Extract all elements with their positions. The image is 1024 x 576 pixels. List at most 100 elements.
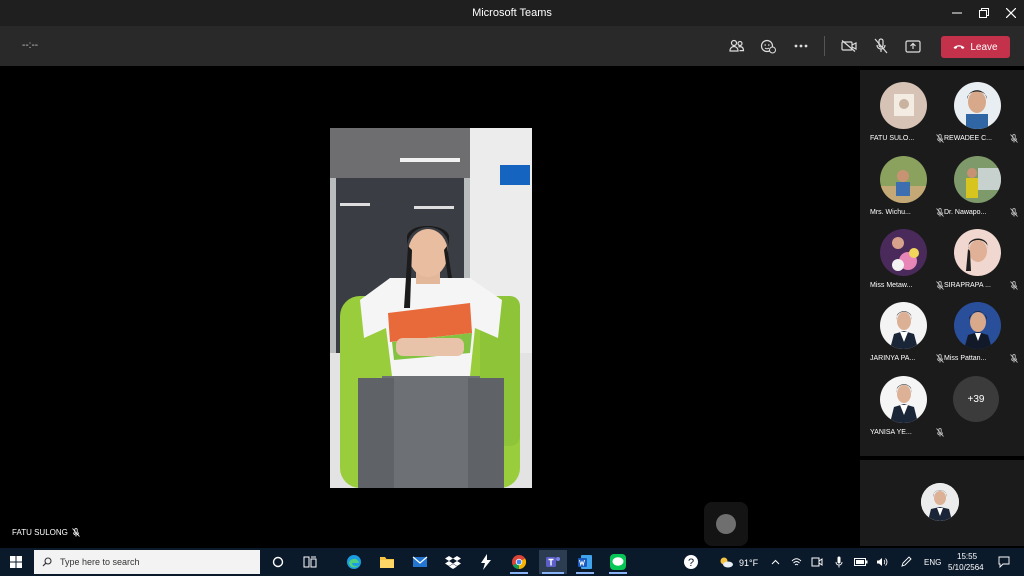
participant-name: Dr. Nawapo... [944,209,987,216]
tray-battery[interactable] [850,550,872,574]
taskbar-search[interactable]: Type here to search [34,550,260,574]
mail-icon [412,556,428,567]
meeting-toolbar: --:-- Leave [0,26,1024,66]
participant-tile[interactable]: FATU SULO... [870,82,944,154]
mic-off-icon [1010,354,1018,363]
cortana-button[interactable] [266,550,290,574]
participant-tile[interactable]: YANISA YE... [870,376,944,448]
avatar [880,302,927,349]
tray-teams-meeting[interactable] [806,550,828,574]
more-participants-button[interactable]: +39 [953,376,999,422]
taskbar-teams[interactable] [539,550,567,574]
tray-volume[interactable] [872,550,892,574]
more-icon [794,44,808,48]
avatar [880,229,927,276]
leave-button[interactable]: Leave [941,36,1010,58]
participant-name: JARINYA PA... [870,355,916,362]
self-video-tile[interactable] [860,460,1024,546]
chevron-up-icon [771,559,779,565]
network-icon [791,557,801,565]
avatar [880,156,927,203]
share-screen-button[interactable] [901,34,925,58]
taskbar-line[interactable] [606,550,630,574]
avatar [880,82,927,129]
speaker-name-label: FATU SULONG [12,528,80,537]
task-view-button[interactable] [298,550,322,574]
taskbar-mail[interactable] [408,550,432,574]
mic-off-icon [1010,208,1018,217]
participant-tile[interactable]: Miss Metaw... [870,229,944,301]
reaction-icon [760,39,776,54]
running-indicator [542,572,564,574]
folder-icon [380,557,394,568]
search-placeholder: Type here to search [60,557,140,567]
notifications-button[interactable] [994,550,1014,574]
microphone-button[interactable] [869,34,893,58]
avatar [880,376,927,423]
search-icon [42,557,52,567]
taskbar-word[interactable] [573,550,597,574]
help-button[interactable]: ? [679,550,703,574]
taskbar-chrome[interactable] [507,550,531,574]
self-view-indicator[interactable] [704,502,748,546]
reactions-button[interactable] [756,34,780,58]
weather-sun-cloud-icon [720,557,733,568]
minimize-icon [952,12,962,14]
participant-tile[interactable]: Mrs. Wichu... [870,156,944,228]
participant-tile[interactable]: SIRAPRAPA ... [944,229,1018,301]
dropbox-icon [445,556,461,569]
mic-off-icon [1010,281,1018,290]
participants-button[interactable] [725,34,749,58]
title-bar: Microsoft Teams [0,0,1024,26]
running-indicator [510,572,528,574]
help-icon: ? [684,555,698,569]
start-button[interactable] [4,550,28,574]
restore-button[interactable] [971,0,997,26]
share-icon [905,39,921,53]
speaker-video[interactable] [330,128,532,488]
taskbar-app-bolt[interactable] [474,550,498,574]
window-title: Microsoft Teams [472,7,552,19]
clock-time: 15:55 [957,552,978,561]
participant-name: Miss Metaw... [870,282,913,289]
speaker-name: FATU SULONG [12,528,68,537]
hangup-icon [953,45,965,49]
tray-network-status[interactable] [786,550,806,574]
tray-microphone[interactable] [828,550,850,574]
minimize-button[interactable] [944,0,970,26]
windows-taskbar: Type here to search ? 91°F ENG 15:55 5/1… [0,548,1024,576]
camera-button[interactable] [837,34,861,58]
teams-icon [546,557,560,567]
clock-date: 5/10/2564 [948,563,984,572]
weather-temperature: 91°F [739,558,759,568]
mic-off-icon [1010,134,1018,143]
leave-label: Leave [970,41,998,53]
participant-tile[interactable]: JARINYA PA... [870,302,944,374]
taskbar-dropbox[interactable] [441,550,465,574]
mic-off-icon [874,38,888,54]
close-button[interactable] [998,0,1024,26]
participant-tile[interactable]: Miss Pattan... [944,302,1018,374]
language-indicator[interactable]: ENG [924,558,941,567]
taskbar-edge[interactable] [342,550,366,574]
battery-icon [854,558,868,566]
mic-icon [835,556,843,568]
weather-widget[interactable] [714,550,738,574]
tray-pen[interactable] [896,550,916,574]
show-hidden-icons-button[interactable] [766,550,784,574]
more-actions-button[interactable] [789,34,813,58]
avatar [954,156,1001,203]
participant-tile[interactable]: REWADEE C... [944,82,1018,154]
self-avatar [921,483,959,521]
participant-tile[interactable]: Dr. Nawapo... [944,156,1018,228]
clock[interactable]: 15:55 5/10/2564 [944,550,988,574]
mic-off-icon [936,428,944,437]
teams-window: Microsoft Teams --:-- Leave FATU SULONG … [0,0,1024,576]
participant-name: Miss Pattan... [944,355,987,362]
windows-logo-icon [10,556,22,568]
participant-name: FATU SULO... [870,135,915,142]
participant-name: YANISA YE... [870,429,912,436]
self-status-dot [716,514,736,534]
edge-icon [347,555,361,569]
taskbar-file-explorer[interactable] [375,550,399,574]
